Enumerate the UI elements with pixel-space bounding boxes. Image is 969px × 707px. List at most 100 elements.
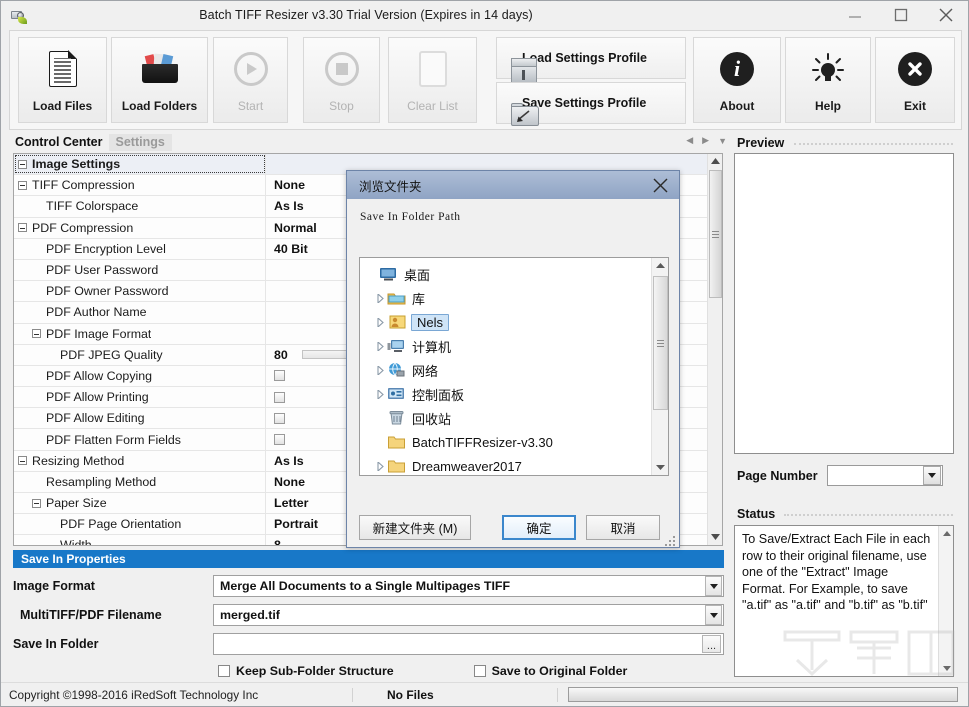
play-icon — [214, 38, 287, 99]
settings-grid-scrollbar[interactable] — [707, 154, 722, 545]
scroll-up-icon[interactable] — [708, 154, 722, 169]
collapse-icon[interactable] — [32, 329, 41, 339]
help-button[interactable]: Help — [785, 37, 871, 123]
browse-folder-button[interactable]: ... — [702, 635, 721, 653]
expand-arrow-icon[interactable] — [374, 389, 387, 399]
scroll-down-icon[interactable] — [939, 661, 953, 676]
settings-row-label: Resampling Method — [46, 474, 157, 489]
settings-row-label: Image Settings — [32, 157, 121, 172]
tab-bar: Control Center Settings — [13, 134, 172, 151]
checkbox-box[interactable] — [473, 665, 486, 677]
load-folders-button[interactable]: Load Folders — [111, 37, 208, 123]
checkbox-box[interactable] — [218, 665, 230, 677]
dialog-title: 浏览文件夹 — [359, 179, 422, 194]
folder-tree-items: 桌面库 Nels 计算机网络 控制面板 回收站 BatchTIFFResizer-v3.3… — [360, 262, 651, 475]
scroll-up-icon[interactable] — [939, 526, 953, 541]
scrollbar-thumb[interactable] — [709, 170, 722, 298]
load-files-button[interactable]: Load Files — [18, 37, 107, 123]
multitiff-filename-combo[interactable]: merged.tif — [213, 604, 724, 626]
collapse-icon[interactable] — [18, 456, 27, 466]
scroll-down-icon[interactable] — [708, 530, 722, 545]
folder-tree-item[interactable]: 网络 — [360, 358, 651, 382]
image-format-combo[interactable]: Merge All Documents to a Single Multipag… — [213, 575, 724, 597]
minimize-icon[interactable] — [833, 2, 878, 29]
settings-row-label: TIFF Compression — [32, 178, 135, 193]
collapse-icon[interactable] — [18, 159, 27, 169]
stop-button[interactable]: Stop — [303, 37, 380, 123]
expand-arrow-icon[interactable] — [374, 365, 387, 375]
expand-arrow-icon[interactable] — [374, 461, 387, 471]
load-settings-profile-button[interactable]: Load Settings Profile — [496, 37, 686, 83]
settings-checkbox[interactable] — [274, 370, 285, 382]
collapse-icon[interactable] — [32, 498, 41, 508]
cancel-button[interactable]: 取消 — [586, 515, 660, 540]
maximize-icon[interactable] — [878, 2, 923, 29]
folder-tree-item[interactable]: 回收站 — [360, 406, 651, 430]
tab-prev-icon[interactable]: ◀ — [686, 135, 693, 146]
collapse-icon[interactable] — [18, 180, 27, 190]
settings-row-name-cell: Image Settings — [14, 154, 266, 175]
save-settings-profile-button[interactable]: Save Settings Profile — [496, 82, 686, 126]
new-folder-button[interactable]: 新建文件夹 (M) — [359, 515, 471, 540]
expand-arrow-icon[interactable] — [374, 317, 387, 327]
folder-tree[interactable]: 桌面库 Nels 计算机网络 控制面板 回收站 BatchTIFFResizer-v3.3… — [359, 257, 669, 476]
tab-next-icon[interactable]: ▶ — [702, 135, 709, 146]
page-number-combo[interactable] — [826, 465, 943, 486]
settings-row-value: 40 Bit — [274, 241, 308, 256]
desktop-icon — [379, 266, 398, 282]
folder-tree-item[interactable]: BatchTIFFResizer-v3.30 — [360, 430, 651, 454]
expand-arrow-icon[interactable] — [374, 293, 387, 303]
collapse-icon[interactable] — [18, 223, 27, 233]
tab-settings[interactable]: Settings — [108, 134, 172, 151]
user-folder-icon — [388, 314, 407, 330]
browse-folder-dialog: 浏览文件夹 Save In Folder Path 桌面库 Nels 计算机 网络 控制… — [346, 170, 680, 548]
settings-row-label: PDF Image Format — [46, 326, 152, 341]
close-icon[interactable] — [641, 172, 679, 199]
start-button[interactable]: Start — [213, 37, 288, 123]
settings-row-label: Width — [60, 538, 92, 546]
ok-button[interactable]: 确定 — [502, 515, 576, 540]
multitiff-filename-value: merged.tif — [220, 608, 280, 622]
folder-tree-item[interactable]: Nels — [360, 310, 651, 334]
folder-tree-item-label: 库 — [412, 291, 426, 307]
settings-checkbox[interactable] — [274, 412, 285, 424]
status-scrollbar[interactable] — [938, 526, 953, 676]
clear-list-button[interactable]: Clear List — [388, 37, 477, 123]
expand-arrow-icon[interactable] — [374, 341, 387, 351]
page-number-label: Page Number — [737, 468, 818, 483]
chevron-down-icon[interactable] — [922, 466, 941, 485]
folder-tree-item[interactable]: Dreamweaver2017 — [360, 454, 651, 475]
folder-tree-scrollbar[interactable] — [651, 258, 668, 475]
title-bar: Batch TIFF Resizer v3.30 Trial Version (… — [1, 1, 968, 29]
tab-control-center[interactable]: Control Center — [13, 134, 109, 151]
close-icon[interactable] — [923, 2, 968, 29]
blank-page-icon — [389, 38, 476, 99]
exit-button[interactable]: Exit — [875, 37, 955, 123]
save-to-original-folder-checkbox[interactable]: Save to Original Folder — [473, 664, 627, 678]
settings-row-label: PDF Owner Password — [46, 284, 169, 299]
tab-dropdown-icon[interactable]: ▼ — [718, 136, 727, 146]
folder-tree-item[interactable]: 计算机 — [360, 334, 651, 358]
keep-subfolder-structure-checkbox[interactable]: Keep Sub-Folder Structure — [218, 664, 394, 678]
folder-tree-item-label: 计算机 — [412, 339, 452, 355]
chevron-down-icon[interactable] — [705, 605, 722, 625]
folder-icon — [387, 458, 406, 474]
folder-tree-item[interactable]: 桌面 — [360, 262, 651, 286]
settings-row-label: PDF Page Orientation — [60, 517, 182, 532]
about-button[interactable]: i About — [693, 37, 781, 123]
scroll-down-icon[interactable] — [652, 460, 668, 475]
settings-row-name-cell: Width — [14, 535, 266, 546]
scrollbar-thumb[interactable] — [653, 276, 668, 410]
settings-row-name-cell: PDF Allow Editing — [14, 408, 266, 429]
settings-row-label: PDF Encryption Level — [46, 241, 166, 256]
folder-tree-item[interactable]: 控制面板 — [360, 382, 651, 406]
scroll-up-icon[interactable] — [652, 258, 668, 273]
settings-checkbox[interactable] — [274, 391, 285, 403]
resize-grip[interactable] — [665, 534, 676, 546]
chevron-down-icon[interactable] — [705, 576, 722, 596]
folder-tree-item[interactable]: 库 — [360, 286, 651, 310]
settings-checkbox[interactable] — [274, 434, 285, 446]
save-in-folder-field[interactable]: ... — [213, 633, 724, 655]
status-caption: Status — [737, 507, 776, 521]
settings-row-value: 8 — [274, 538, 281, 546]
